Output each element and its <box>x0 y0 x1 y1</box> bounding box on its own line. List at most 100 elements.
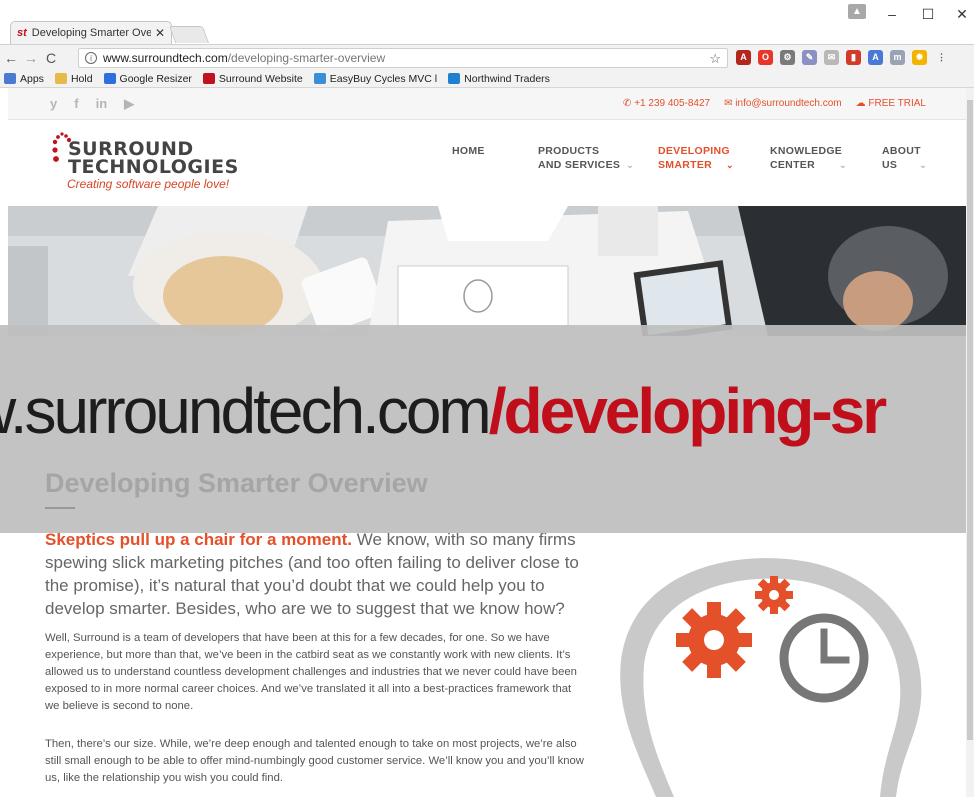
nav-home[interactable]: HOME <box>452 144 538 172</box>
bookmark-item[interactable]: Google Resizer <box>103 72 192 85</box>
nav-knowledge-center[interactable]: KNOWLEDGE CENTER ⌄ <box>770 144 882 172</box>
browser-chrome: st Developing Smarter Ove ✕ ▲ – ☐ ✕ ← → … <box>0 0 974 88</box>
youtube-icon[interactable]: ▶ <box>124 96 134 112</box>
logo-tagline: Creating software people love! <box>67 177 230 191</box>
free-trial-label: FREE TRIAL <box>868 98 926 109</box>
url-overlay-host: w.surroundtech.com <box>0 375 492 447</box>
tab-strip: st Developing Smarter Ove ✕ ▲ – ☐ ✕ <box>0 0 974 44</box>
head-gears-clock-icon <box>620 558 922 797</box>
nav-products-and-services[interactable]: PRODUCTS AND SERVICES ⌄ <box>538 144 658 172</box>
main-nav: HOME PRODUCTS AND SERVICES ⌄ DEVELOPING S… <box>452 144 942 172</box>
meeting-photo-icon <box>8 206 966 336</box>
site-info-icon[interactable]: i <box>85 52 97 64</box>
title-divider <box>45 507 75 509</box>
url-overlay-text: w.surroundtech.com/developing-sr <box>0 374 887 448</box>
bookmark-item[interactable]: EasyBuy Cycles MVC l <box>313 72 438 85</box>
translate-icon[interactable]: A <box>868 50 883 65</box>
free-trial-link[interactable]: ☁ FREE TRIAL <box>856 98 926 109</box>
minimize-button[interactable]: – <box>882 6 902 22</box>
bulb-icon[interactable]: ✹ <box>912 50 927 65</box>
tab-title: Developing Smarter Ove <box>31 27 151 39</box>
bookmark-label: EasyBuy Cycles MVC l <box>329 72 438 85</box>
social-links: y f in ▶ <box>50 96 134 112</box>
nav-label: PRODUCTS <box>538 145 600 157</box>
nav-label: KNOWLEDGE <box>770 145 843 157</box>
site-header: SURROUND TECHNOLOGIES Creating software … <box>8 120 966 206</box>
cloud-icon: ☁ <box>855 98 869 109</box>
nav-about-us[interactable]: ABOUT US ⌄ <box>882 144 942 172</box>
scrollbar-thumb[interactable] <box>967 100 973 740</box>
url-overlay-path: /developing-sr <box>488 375 887 447</box>
bookmark-item[interactable]: Apps <box>4 73 44 85</box>
maximize-button[interactable]: ☐ <box>918 6 938 23</box>
nav-label: HOME <box>452 145 485 157</box>
phone-link[interactable]: ✆ +1 239 405-8427 <box>623 98 710 109</box>
phone-number: +1 239 405-8427 <box>634 98 711 109</box>
forward-icon[interactable]: → <box>22 50 40 66</box>
nav-label: CENTER <box>770 159 815 171</box>
site-logo[interactable]: SURROUND TECHNOLOGIES Creating software … <box>52 130 272 196</box>
nav-label: DEVELOPING <box>658 145 730 157</box>
url-path: /developing-smarter-overview <box>227 51 386 65</box>
folder-icon <box>54 73 67 84</box>
mail-icon[interactable]: ✉ <box>824 50 839 65</box>
new-tab-button[interactable] <box>168 26 210 43</box>
bookmark-label: Hold <box>70 72 93 85</box>
globe-icon <box>313 73 326 84</box>
tab-favicon: st <box>17 27 27 39</box>
profile-icon[interactable]: ▲ <box>848 4 866 19</box>
md-icon[interactable]: m <box>890 50 905 65</box>
tab-close-icon[interactable]: ✕ <box>155 26 165 40</box>
email-address: info@surroundtech.com <box>735 98 842 109</box>
close-window-button[interactable]: ✕ <box>952 6 972 23</box>
browser-toolbar: ← → C i www.surroundtech.com/developing-… <box>0 44 974 70</box>
chevron-down-icon: ⌄ <box>919 160 928 170</box>
page-scrollbar[interactable] <box>966 88 974 797</box>
bookmark-star-icon[interactable]: ☆ <box>709 51 721 67</box>
nav-label: AND SERVICES <box>538 159 621 171</box>
bookmark-red-icon[interactable]: ▮ <box>846 50 861 65</box>
bookmark-item[interactable]: Hold <box>54 72 93 85</box>
email-link[interactable]: ✉ info@surroundtech.com <box>724 98 842 109</box>
twitter-icon[interactable]: y <box>50 96 57 112</box>
facebook-icon[interactable]: f <box>74 96 78 112</box>
bookmarks-bar: Apps Hold Google Resizer Surround Website Ea… <box>0 70 974 88</box>
body-paragraph-2: Then, there’s our size. While, we’re dee… <box>45 738 584 784</box>
resizer-icon <box>103 73 116 84</box>
phone-icon: ✆ <box>623 98 635 109</box>
hero-image <box>8 206 966 336</box>
surround-icon <box>202 73 215 84</box>
bookmark-label: Surround Website <box>218 72 303 85</box>
logo-line2: TECHNOLOGIES <box>68 156 239 178</box>
lead-highlight: Skeptics pull up a chair for a moment. <box>45 530 353 549</box>
opera-icon[interactable]: O <box>758 50 773 65</box>
address-bar[interactable]: i www.surroundtech.com/developing-smarte… <box>78 48 728 68</box>
pdf-icon[interactable]: A <box>736 50 751 65</box>
nav-developing-smarter[interactable]: DEVELOPING SMARTER ⌄ <box>658 144 770 172</box>
contact-links: ✆ +1 239 405-8427 ✉ info@surroundtech.co… <box>623 98 926 109</box>
nav-label: SMARTER <box>658 159 713 171</box>
extension-icons: A O ⚙ ✎ ✉ ▮ Am ✹ ⋮ <box>736 50 949 65</box>
apps-grid-icon <box>4 73 16 84</box>
window-icon <box>448 73 461 84</box>
lead-paragraph: Skeptics pull up a chair for a moment. W… <box>45 528 605 620</box>
menu-icon[interactable]: ⋮ <box>934 50 949 65</box>
browser-tab[interactable]: st Developing Smarter Ove ✕ <box>10 21 172 44</box>
chevron-down-icon: ⌄ <box>726 160 734 170</box>
page-title: Developing Smarter Overview <box>45 468 428 498</box>
reload-icon[interactable]: C <box>42 50 60 66</box>
nav-label: ABOUT <box>882 145 921 157</box>
bookmark-item[interactable]: Northwind Traders <box>448 73 550 85</box>
mail-icon: ✉ <box>724 98 736 109</box>
back-icon[interactable]: ← <box>2 50 20 66</box>
chevron-down-icon: ⌄ <box>626 160 635 170</box>
nav-label: US <box>882 159 898 171</box>
bookmark-label: Google Resizer <box>119 72 192 85</box>
dev-tools-icon[interactable]: ⚙ <box>780 50 795 65</box>
eyedropper-icon[interactable]: ✎ <box>802 50 817 65</box>
url-host: www.surroundtech.com <box>103 51 228 65</box>
site-top-bar: y f in ▶ ✆ +1 239 405-8427 ✉ info@surrou… <box>8 88 966 120</box>
linkedin-icon[interactable]: in <box>96 96 108 112</box>
bookmark-label: Apps <box>20 72 44 85</box>
bookmark-item[interactable]: Surround Website <box>202 72 303 85</box>
